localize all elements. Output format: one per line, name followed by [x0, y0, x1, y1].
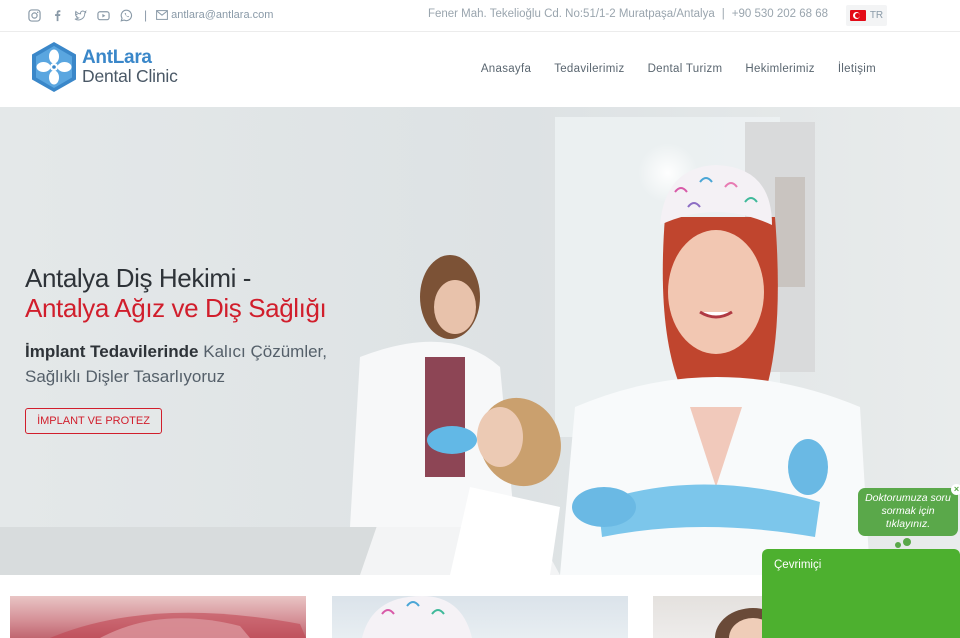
contact-divider: |	[721, 8, 725, 20]
bubble-tail-dot-small	[895, 542, 901, 548]
email-link[interactable]: antlara@antlara.com	[156, 9, 273, 21]
hero-subtitle-bold: İmplant Tedavilerinde	[25, 342, 199, 361]
turkey-flag-icon	[849, 10, 866, 21]
social-separator: |	[144, 8, 148, 22]
brand-name: AntLara	[82, 47, 152, 69]
phone-text[interactable]: +90 530 202 68 68	[732, 8, 828, 20]
mail-icon	[156, 10, 169, 20]
language-selector[interactable]: TR	[846, 5, 887, 26]
hero-title-line1: Antalya Diş Hekimi -	[25, 263, 252, 293]
hero-slider: Antalya Diş Hekimi - Antalya Ağız ve Diş…	[0, 107, 960, 575]
bubble-close-icon[interactable]: ×	[951, 484, 960, 495]
top-bar: | antlara@antlara.com Fener Mah. Tekelio…	[0, 0, 960, 32]
brand-tagline: Dental Clinic	[82, 66, 178, 87]
service-card-2[interactable]	[332, 596, 628, 638]
nav-tedavilerimiz[interactable]: Tedavilerimiz	[554, 63, 624, 75]
facebook-icon[interactable]	[50, 8, 64, 22]
hero-subtitle: İmplant Tedavilerinde Kalıcı Çözümler, S…	[25, 339, 345, 389]
nav-hekimlerimiz[interactable]: Hekimlerimiz	[745, 63, 814, 75]
main-nav: Anasayfa Tedavilerimiz Dental Turizm Hek…	[481, 63, 876, 75]
doctor-cap-image	[362, 596, 472, 638]
contact-info: Fener Mah. Tekelioğlu Cd. No:51/1-2 Mura…	[428, 8, 828, 20]
implant-protez-button[interactable]: İMPLANT VE PROTEZ	[25, 408, 162, 434]
hero-title-line2: Antalya Ağız ve Diş Sağlığı	[25, 293, 327, 323]
nav-dental-turizm[interactable]: Dental Turizm	[648, 63, 723, 75]
site-logo[interactable]: AntLara Dental Clinic	[30, 41, 178, 93]
ask-doctor-bubble[interactable]: Doktorumuza soru sormak için tıklayınız.…	[858, 484, 960, 536]
social-links: | antlara@antlara.com	[27, 8, 273, 22]
nav-iletisim[interactable]: İletişim	[838, 63, 876, 75]
twitter-icon[interactable]	[73, 8, 87, 22]
youtube-icon[interactable]	[96, 8, 110, 22]
email-text: antlara@antlara.com	[171, 9, 274, 21]
language-code: TR	[869, 10, 884, 21]
nav-anasayfa[interactable]: Anasayfa	[481, 63, 531, 75]
whatsapp-icon[interactable]	[119, 8, 133, 22]
ask-doctor-text: Doktorumuza soru sormak için tıklayınız.	[865, 492, 951, 530]
live-chat-bar[interactable]: Çevrimiçi	[762, 549, 960, 638]
smile-image	[50, 612, 306, 638]
tooth-logo-icon	[32, 42, 76, 92]
chat-status: Çevrimiçi	[774, 559, 822, 571]
address-text: Fener Mah. Tekelioğlu Cd. No:51/1-2 Mura…	[427, 8, 715, 20]
service-card-1[interactable]	[10, 596, 306, 638]
instagram-icon[interactable]	[27, 8, 41, 22]
site-header: AntLara Dental Clinic Anasayfa Tedaviler…	[0, 32, 960, 107]
bubble-tail-dot	[903, 538, 911, 546]
